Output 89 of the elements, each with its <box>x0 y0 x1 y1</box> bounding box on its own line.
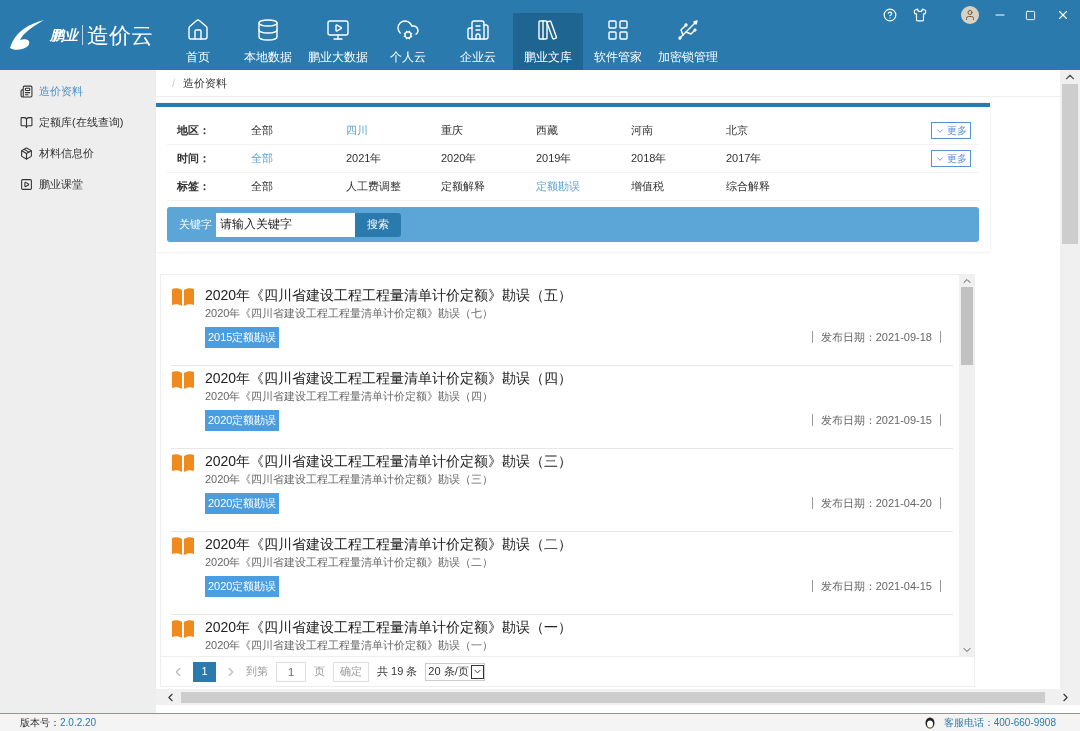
search-label: 关键字 <box>179 217 212 233</box>
filter-option[interactable]: 北京 <box>726 122 821 139</box>
nav-tab[interactable]: 个人云 <box>373 13 443 70</box>
user-avatar[interactable] <box>961 6 979 24</box>
document-title[interactable]: 2020年《四川省建设工程工程量清单计价定额》勘误（二） <box>205 534 953 554</box>
usb-icon <box>676 17 700 42</box>
box-icon <box>20 147 33 160</box>
sidebar-item[interactable]: 鹏业课堂 <box>0 169 156 200</box>
filter-option[interactable]: 2021年 <box>346 150 441 167</box>
nav-tab[interactable]: 本地数据 <box>233 13 303 70</box>
video-icon <box>20 178 33 191</box>
page-unit-label: 页 <box>314 664 325 680</box>
filter-option[interactable]: 2020年 <box>441 150 536 167</box>
breadcrumb-separator: / <box>172 75 176 91</box>
filter-option[interactable]: 定额解释 <box>441 178 536 195</box>
nav-tab[interactable]: 首页 <box>163 13 233 70</box>
document-title[interactable]: 2020年《四川省建设工程工程量清单计价定额》勘误（四） <box>205 368 953 388</box>
publish-date: 发布日期：2021-09-15 <box>811 414 941 427</box>
document-subtitle: 2020年《四川省建设工程工程量清单计价定额》勘误（一） <box>205 638 495 653</box>
close-icon[interactable] <box>1056 8 1070 22</box>
filter-option[interactable]: 2017年 <box>726 150 821 167</box>
version-label: 版本号： <box>20 716 60 730</box>
filter-option[interactable]: 人工费调整 <box>346 178 441 195</box>
scrollbar-thumb[interactable] <box>1062 84 1078 244</box>
version-number: 2.0.2.20 <box>60 716 97 730</box>
search-button[interactable]: 搜索 <box>355 212 401 237</box>
nav-tab[interactable]: 鹏业大数据 <box>303 13 373 70</box>
newspaper-icon <box>20 85 33 98</box>
breadcrumb-item[interactable]: 造价资料 <box>183 74 228 92</box>
house-icon <box>186 17 210 42</box>
open-book-icon <box>171 287 195 307</box>
product-name: 造价云 <box>87 21 153 50</box>
filter-option[interactable]: 2019年 <box>536 150 631 167</box>
cloud-icon <box>396 17 420 42</box>
filter-option[interactable]: 2018年 <box>631 150 726 167</box>
page-vertical-scrollbar[interactable] <box>1060 70 1080 689</box>
shirt-icon[interactable] <box>913 8 927 22</box>
filter-label: 地区： <box>176 123 211 139</box>
page-number-field[interactable]: 1 <box>276 661 306 682</box>
vertical-scrollbar[interactable] <box>959 275 974 656</box>
filter-label: 时间： <box>176 151 211 167</box>
grid-icon <box>606 17 630 42</box>
nav-tab[interactable]: 加密锁管理 <box>653 13 723 70</box>
document-title[interactable]: 2020年《四川省建设工程工程量清单计价定额》勘误（三） <box>205 451 953 471</box>
page-size-select[interactable]: 20 条/页 <box>425 662 485 681</box>
scrollbar-thumb[interactable] <box>960 287 973 365</box>
publish-date: 发布日期：2021-04-15 <box>811 580 941 593</box>
publish-date: 发布日期：2021-09-18 <box>811 331 941 344</box>
maximize-icon[interactable] <box>1025 9 1036 21</box>
document-title[interactable]: 2020年《四川省建设工程工程量清单计价定额》勘误（一） <box>205 617 953 637</box>
monitor-icon <box>326 17 350 42</box>
filter-option[interactable]: 河南 <box>631 122 726 139</box>
goto-label: 到第 <box>246 664 268 680</box>
horizontal-scrollbar[interactable] <box>156 689 1080 705</box>
nav-tab[interactable]: 企业云 <box>443 13 513 70</box>
binders-icon <box>536 17 560 42</box>
nav-tab[interactable]: 鹏业文库 <box>513 13 583 70</box>
more-button[interactable]: 更多 <box>931 150 971 167</box>
filter-label: 标签： <box>176 179 211 195</box>
filter-option[interactable]: 西藏 <box>536 122 631 139</box>
total-count: 共 19 条 <box>377 664 418 680</box>
building-icon <box>466 17 490 42</box>
service-hotline: 客服电话：400-660-9908 <box>943 716 1056 730</box>
open-book-icon <box>171 619 195 639</box>
open-book-icon <box>171 453 195 473</box>
help-icon[interactable] <box>883 8 897 22</box>
book-icon <box>20 116 33 129</box>
publish-date: 发布日期：2021-04-20 <box>811 497 941 510</box>
sidebar-item[interactable]: 材料信息价 <box>0 138 156 169</box>
scrollbar-thumb[interactable] <box>181 691 1045 703</box>
search-field[interactable]: 请输入关键字 <box>216 212 355 237</box>
brand-name: 鹏业 <box>50 25 78 45</box>
document-subtitle: 2020年《四川省建设工程工程量清单计价定额》勘误（二） <box>205 555 495 570</box>
document-subtitle: 2020年《四川省建设工程工程量清单计价定额》勘误（七） <box>205 306 495 321</box>
document-title[interactable]: 2020年《四川省建设工程工程量清单计价定额》勘误（五） <box>205 285 953 305</box>
filter-option[interactable]: 重庆 <box>441 122 536 139</box>
page-button[interactable]: 1 <box>193 661 216 682</box>
filter-option[interactable]: 全部 <box>251 122 346 139</box>
more-button[interactable]: 更多 <box>931 122 971 139</box>
open-book-icon <box>171 536 195 556</box>
filter-option[interactable]: 全部 <box>251 178 346 195</box>
open-book-icon <box>171 370 195 390</box>
filter-option[interactable]: 综合解释 <box>726 178 821 195</box>
filter-option[interactable]: 增值税 <box>631 178 726 195</box>
document-subtitle: 2020年《四川省建设工程工程量清单计价定额》勘误（四） <box>205 389 495 404</box>
document-subtitle: 2020年《四川省建设工程工程量清单计价定额》勘误（三） <box>205 472 495 487</box>
database-icon <box>256 17 280 42</box>
nav-tab[interactable]: 软件管家 <box>583 13 653 70</box>
sidebar-item[interactable]: 定额库(在线查询) <box>0 107 156 138</box>
